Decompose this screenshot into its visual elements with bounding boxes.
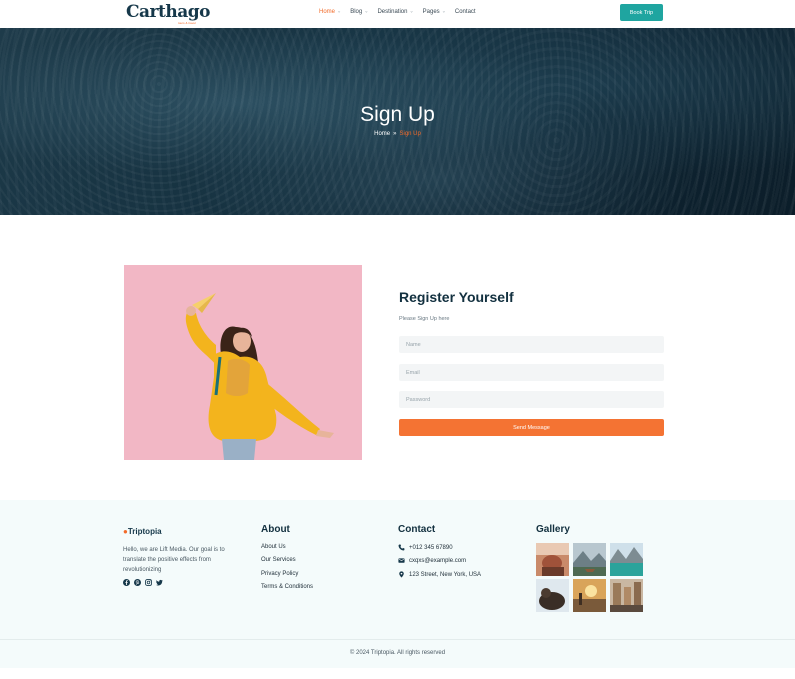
contact-address-text: 123 Street, New York, USA — [409, 571, 482, 578]
logo-text: Carthago — [126, 2, 210, 22]
gallery-image-5[interactable] — [573, 579, 606, 612]
nav-item-pages[interactable]: Pages ⌄ — [422, 8, 446, 16]
form-title: Register Yourself — [399, 289, 514, 305]
gallery-image-3[interactable] — [610, 543, 643, 576]
footer-about-text: Hello, we are Lift Media. Our goal is to… — [123, 547, 225, 573]
gallery-image-4[interactable] — [536, 579, 569, 612]
breadcrumb-separator: » — [393, 131, 397, 137]
site-footer: ●Triptopia Hello, we are Lift Media. Our… — [0, 500, 795, 639]
facebook-icon[interactable] — [123, 579, 130, 586]
footer-about-title: About — [261, 524, 290, 535]
book-trip-button[interactable]: Book Trip — [620, 4, 663, 21]
twitter-icon[interactable] — [156, 579, 163, 586]
footer-link-about-us[interactable]: About Us — [261, 544, 286, 550]
email-field[interactable]: Email — [399, 364, 664, 381]
nav-item-blog[interactable]: Blog ⌄ — [350, 8, 369, 16]
main-nav: Home ⌄ Blog ⌄ Destination ⌄ Pages ⌄ Contact — [319, 8, 485, 16]
chevron-down-icon: ⌄ — [364, 8, 369, 15]
form-subtitle: Please Sign Up here — [399, 316, 450, 322]
breadcrumb: Home» Sign Up — [0, 131, 795, 137]
site-logo[interactable]: Carthago tours & travel — [126, 2, 210, 26]
footer-gallery-title: Gallery — [536, 524, 570, 535]
hero-banner: Sign Up Home» Sign Up — [0, 28, 795, 215]
gallery-image-1[interactable] — [536, 543, 569, 576]
gallery-image-6[interactable] — [610, 579, 643, 612]
breadcrumb-current: Sign Up — [399, 131, 421, 137]
footer-contact-title: Contact — [398, 524, 436, 535]
chevron-down-icon: ⌄ — [409, 8, 414, 15]
location-pin-icon — [399, 571, 404, 578]
contact-phone-text: +012 345 67890 — [409, 544, 453, 551]
woman-with-paper-plane-image — [124, 265, 362, 460]
send-message-button[interactable]: Send Message — [399, 419, 664, 436]
social-links — [123, 579, 163, 586]
name-field[interactable]: Name — [399, 336, 664, 353]
nav-label: Contact — [454, 9, 476, 15]
password-field[interactable]: Password — [399, 391, 664, 408]
chevron-down-icon: ⌄ — [441, 8, 446, 15]
contact-email[interactable]: cxqxs@example.com — [398, 557, 466, 564]
nav-label: Destination — [377, 9, 408, 15]
site-header: Carthago tours & travel Home ⌄ Blog ⌄ Dest… — [0, 0, 795, 28]
nav-item-contact[interactable]: Contact — [455, 9, 476, 15]
signup-photo — [124, 265, 362, 460]
gallery-image-2[interactable] — [573, 543, 606, 576]
chevron-down-icon: ⌄ — [337, 8, 342, 15]
pinterest-icon[interactable] — [134, 579, 141, 586]
contact-address: 123 Street, New York, USA — [398, 571, 481, 578]
footer-link-privacy-policy[interactable]: Privacy Policy — [261, 571, 298, 577]
logo-tagline: tours & travel — [178, 21, 196, 25]
footer-link-our-services[interactable]: Our Services — [261, 557, 296, 563]
register-form: Register Yourself Please Sign Up here Na… — [399, 288, 664, 436]
instagram-icon[interactable] — [145, 579, 152, 586]
footer-link-terms[interactable]: Terms & Conditions — [261, 584, 313, 590]
phone-icon — [398, 544, 405, 551]
footer-logo-text: Triptopia — [127, 527, 162, 536]
envelope-icon — [398, 558, 405, 563]
copyright-bar: © 2024 Triptopia. All rights reserved — [0, 639, 795, 668]
nav-label: Home — [319, 9, 336, 15]
copyright-text: © 2024 Triptopia. All rights reserved — [349, 650, 446, 656]
contact-email-text: cxqxs@example.com — [409, 557, 467, 564]
page-title: Sign Up — [360, 103, 435, 126]
contact-phone[interactable]: +012 345 67890 — [398, 544, 453, 551]
nav-label: Pages — [422, 9, 440, 15]
breadcrumb-home[interactable]: Home — [374, 131, 390, 137]
nav-item-home[interactable]: Home ⌄ — [319, 8, 342, 16]
nav-label: Blog — [350, 9, 363, 15]
nav-item-destination[interactable]: Destination ⌄ — [377, 8, 414, 16]
footer-logo[interactable]: ●Triptopia — [123, 527, 162, 536]
